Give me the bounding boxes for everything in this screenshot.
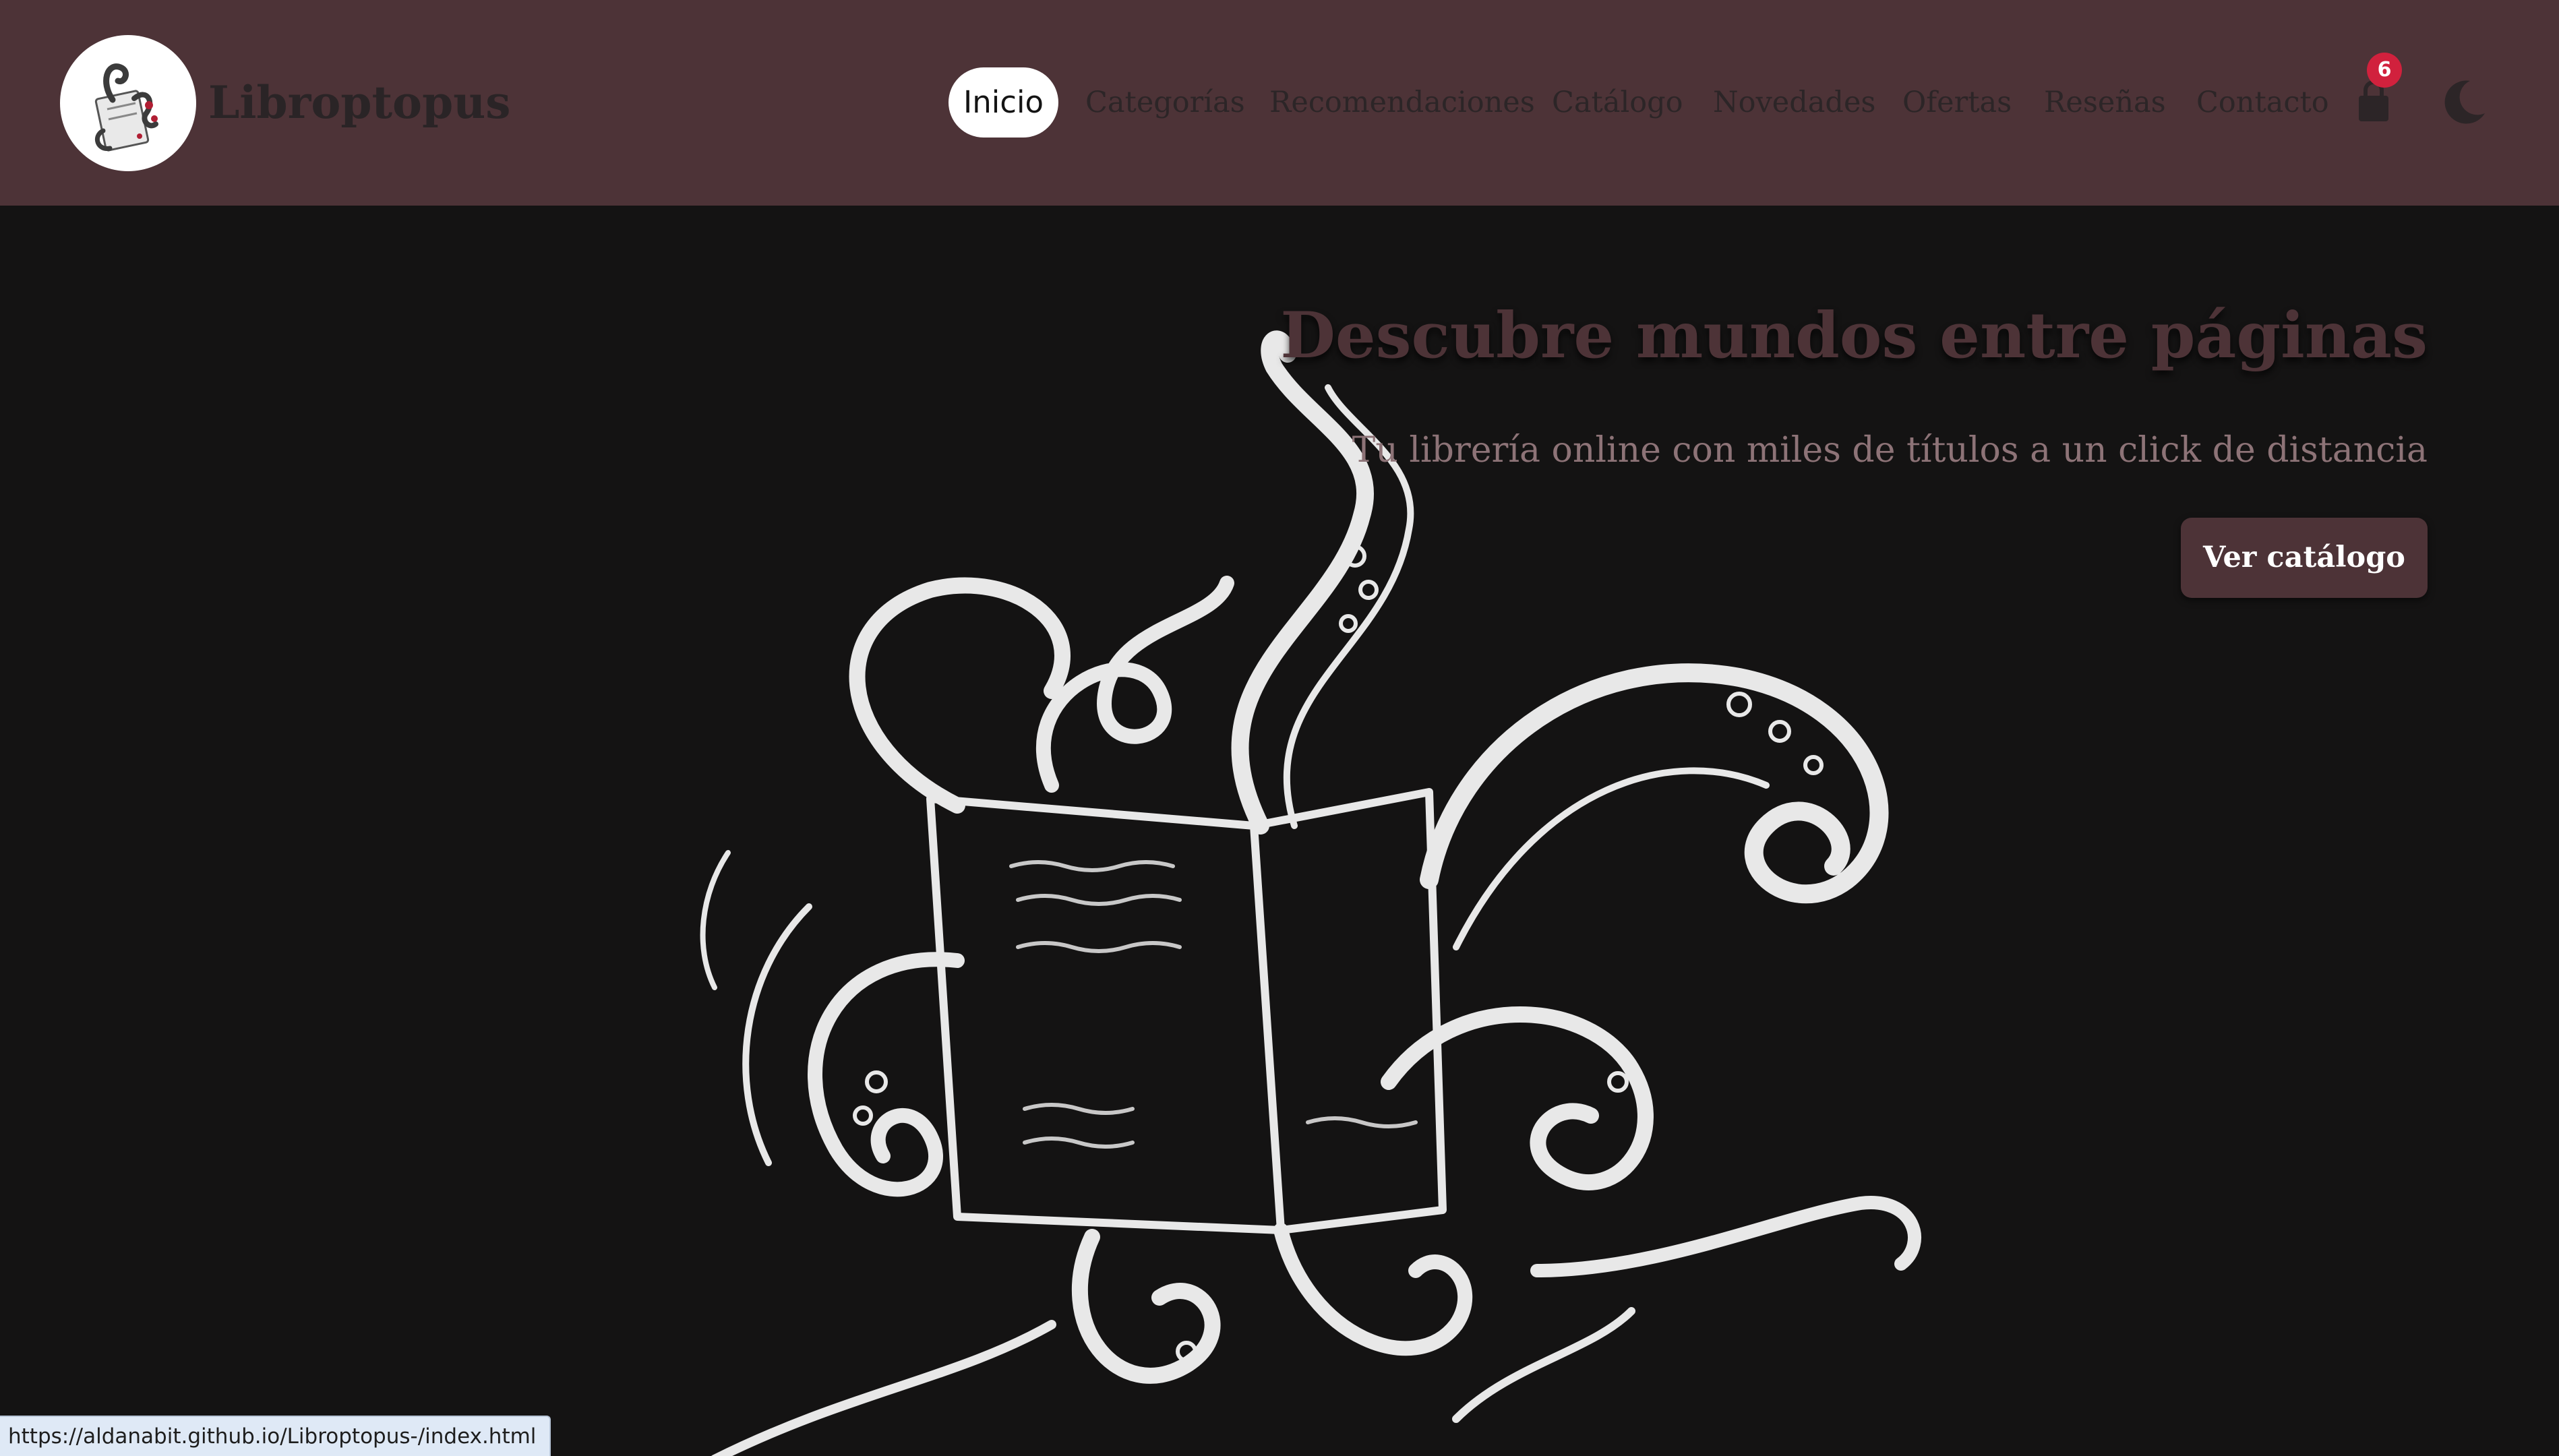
nav-item-catalogo[interactable]: Catálogo <box>1552 67 1683 138</box>
view-catalog-button[interactable]: Ver catálogo <box>2181 518 2428 598</box>
nav-item-resenas[interactable]: Reseñas <box>2044 67 2166 138</box>
moon-icon <box>2444 80 2485 124</box>
brand-logo[interactable] <box>60 35 196 171</box>
theme-toggle-button[interactable] <box>2443 78 2488 125</box>
hero-subtitle: Tu librería online con miles de títulos … <box>1352 430 2428 471</box>
navbar: Libroptopus Inicio Categorías Recomendac… <box>0 0 2559 206</box>
nav-item-ofertas[interactable]: Ofertas <box>1902 67 2012 138</box>
nav-item-inicio[interactable]: Inicio <box>949 67 1059 138</box>
hero-section: Descubre mundos entre páginas Tu librerí… <box>0 206 2559 1456</box>
brand-name[interactable]: Libroptopus <box>208 73 510 132</box>
octopus-book-logo-icon <box>94 63 158 152</box>
hero-title: Descubre mundos entre páginas <box>1280 299 2428 373</box>
nav-item-recomendaciones[interactable]: Recomendaciones <box>1269 67 1535 138</box>
nav-item-novedades[interactable]: Novedades <box>1713 67 1875 138</box>
link-status-url: https://aldanabit.github.io/Libroptopus-… <box>0 1416 551 1456</box>
cart-count-badge: 6 <box>2367 53 2402 88</box>
nav-item-contacto[interactable]: Contacto <box>2196 67 2329 138</box>
nav-item-categorias[interactable]: Categorías <box>1085 67 1245 138</box>
